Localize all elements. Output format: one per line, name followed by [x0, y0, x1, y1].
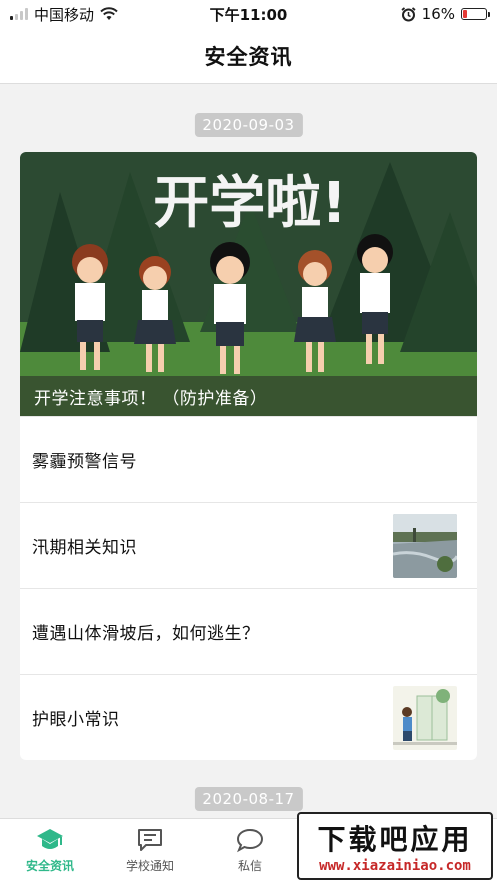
carrier-label: 中国移动	[34, 5, 95, 24]
list-item[interactable]: 汛期相关知识	[20, 502, 477, 588]
tab-label: 学校通知	[125, 859, 174, 873]
news-feed[interactable]: 2020-09-03 开学啦! 开学注意事项！ （防护准备） 雾霾预警信号 汛期…	[0, 85, 497, 818]
date-chip: 2020-09-03	[194, 113, 303, 137]
status-time: 下午11:00	[209, 5, 288, 24]
date-chip: 2020-08-17	[194, 787, 303, 811]
page-title: 安全资讯	[204, 44, 293, 69]
list-item-title: 雾霾预警信号	[32, 452, 137, 472]
tab-safety-news[interactable]: 安全资讯	[0, 819, 100, 883]
list-item-title: 遭遇山体滑坡后，如何逃生？	[32, 624, 260, 644]
flood-thumbnail	[393, 513, 457, 578]
news-card: 开学啦! 开学注意事项！ （防护准备） 雾霾预警信号 汛期相关知识 遭遇山体滑坡…	[20, 152, 477, 760]
banner-headline-art: 开学啦!	[153, 171, 347, 236]
tab-school-notice[interactable]: 学校通知	[100, 819, 200, 883]
status-bar: 中国移动 下午11:00 16%	[0, 0, 497, 28]
banner-article[interactable]: 开学啦! 开学注意事项！ （防护准备）	[20, 152, 477, 416]
chat-bubble-icon	[236, 828, 264, 853]
tab-label: 安全资讯	[25, 859, 74, 873]
watermark-main: 下载吧应用	[317, 823, 473, 856]
wifi-icon	[100, 7, 118, 20]
banner-caption: 开学注意事项！ （防护准备）	[20, 376, 477, 416]
watermark-logo: 下载吧应用 www.xiazainiao.com	[297, 812, 493, 880]
battery-percent: 16%	[421, 5, 455, 23]
alarm-icon	[401, 6, 416, 21]
message-square-icon	[138, 829, 162, 851]
list-item[interactable]: 遭遇山体滑坡后，如何逃生？	[20, 588, 477, 674]
eye-care-thumbnail	[393, 685, 457, 750]
list-item-title: 护眼小常识	[32, 710, 120, 730]
battery-icon	[461, 8, 490, 20]
nav-bar: 安全资讯	[0, 28, 497, 84]
list-item-title: 汛期相关知识	[32, 538, 137, 558]
list-item[interactable]: 护眼小常识	[20, 674, 477, 760]
tab-label: 私信	[237, 859, 262, 873]
list-item[interactable]: 雾霾预警信号	[20, 416, 477, 502]
graduation-cap-icon	[37, 829, 63, 849]
watermark-url: www.xiazainiao.com	[319, 858, 471, 874]
tab-messages[interactable]: 私信	[200, 819, 300, 883]
signal-icon	[10, 8, 28, 20]
